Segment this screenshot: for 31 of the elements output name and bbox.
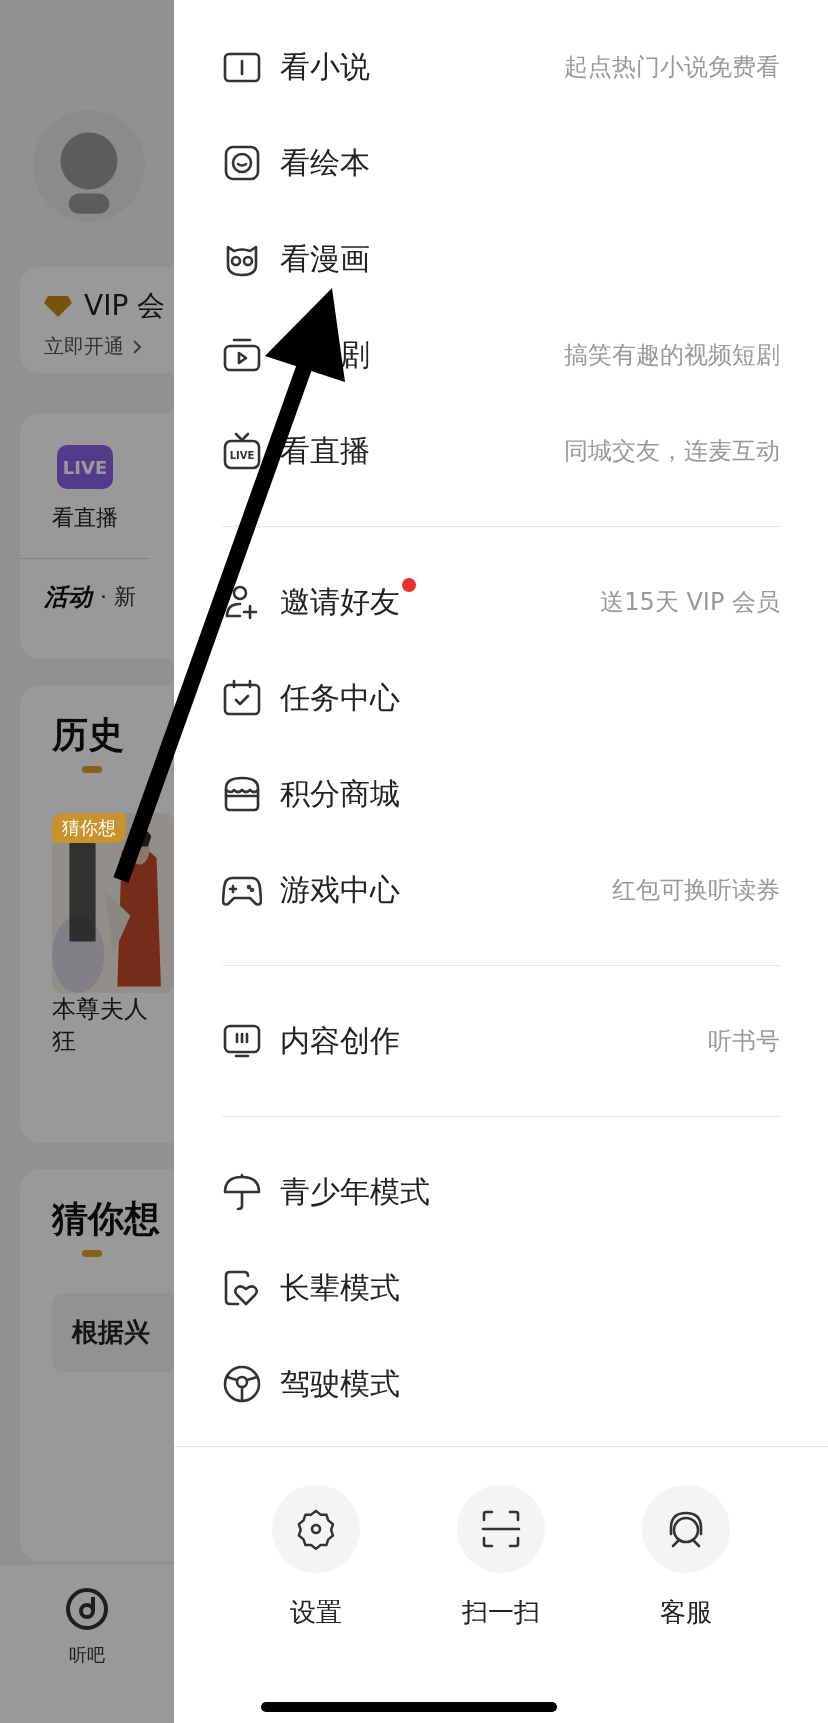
- menu-hint: 红包可换听读券: [612, 875, 780, 906]
- section-title: 历史: [52, 713, 125, 757]
- action-label: 扫一扫: [462, 1596, 540, 1629]
- menu-label: 内容创作: [280, 1021, 400, 1060]
- menu-label: 长辈模式: [280, 1268, 400, 1307]
- menu-label: 驾驶模式: [280, 1364, 400, 1403]
- menu-label: 游戏中心: [280, 870, 400, 909]
- menu-label: 看直播: [280, 431, 370, 470]
- menu-label: 看绘本: [280, 143, 370, 182]
- book-title: 狂: [52, 1026, 76, 1057]
- menu-label: 邀请好友: [280, 581, 400, 623]
- action-label: 设置: [290, 1596, 343, 1629]
- menu-hint: 送15天 VIP 会员: [600, 587, 780, 618]
- action-label: 客服: [659, 1596, 712, 1629]
- live-badge-icon: LIVE: [57, 445, 113, 489]
- menu-label: 剧: [340, 335, 370, 374]
- menu-label: 积分商城: [280, 774, 400, 813]
- menu-label: 看漫画: [280, 239, 370, 278]
- cover-badge: 猜你想: [52, 813, 126, 843]
- menu-label: 看小说: [280, 47, 370, 86]
- menu-hint: 同城交友，连麦互动: [564, 436, 780, 467]
- section-title: 猜你想: [52, 1197, 161, 1241]
- menu-hint: 搞笑有趣的视频短剧: [564, 340, 780, 371]
- menu-label: 任务中心: [280, 678, 400, 717]
- activity-tag: 活动: [44, 581, 92, 613]
- menu-label: 青少年模式: [280, 1172, 430, 1211]
- menu-hint: 听书号: [708, 1026, 780, 1057]
- menu-hint: 起点热门小说免费看: [564, 52, 780, 83]
- vip-title: VIP 会: [84, 288, 166, 324]
- activity-text: · 新: [100, 583, 136, 611]
- book-title: 本尊夫人: [52, 994, 148, 1025]
